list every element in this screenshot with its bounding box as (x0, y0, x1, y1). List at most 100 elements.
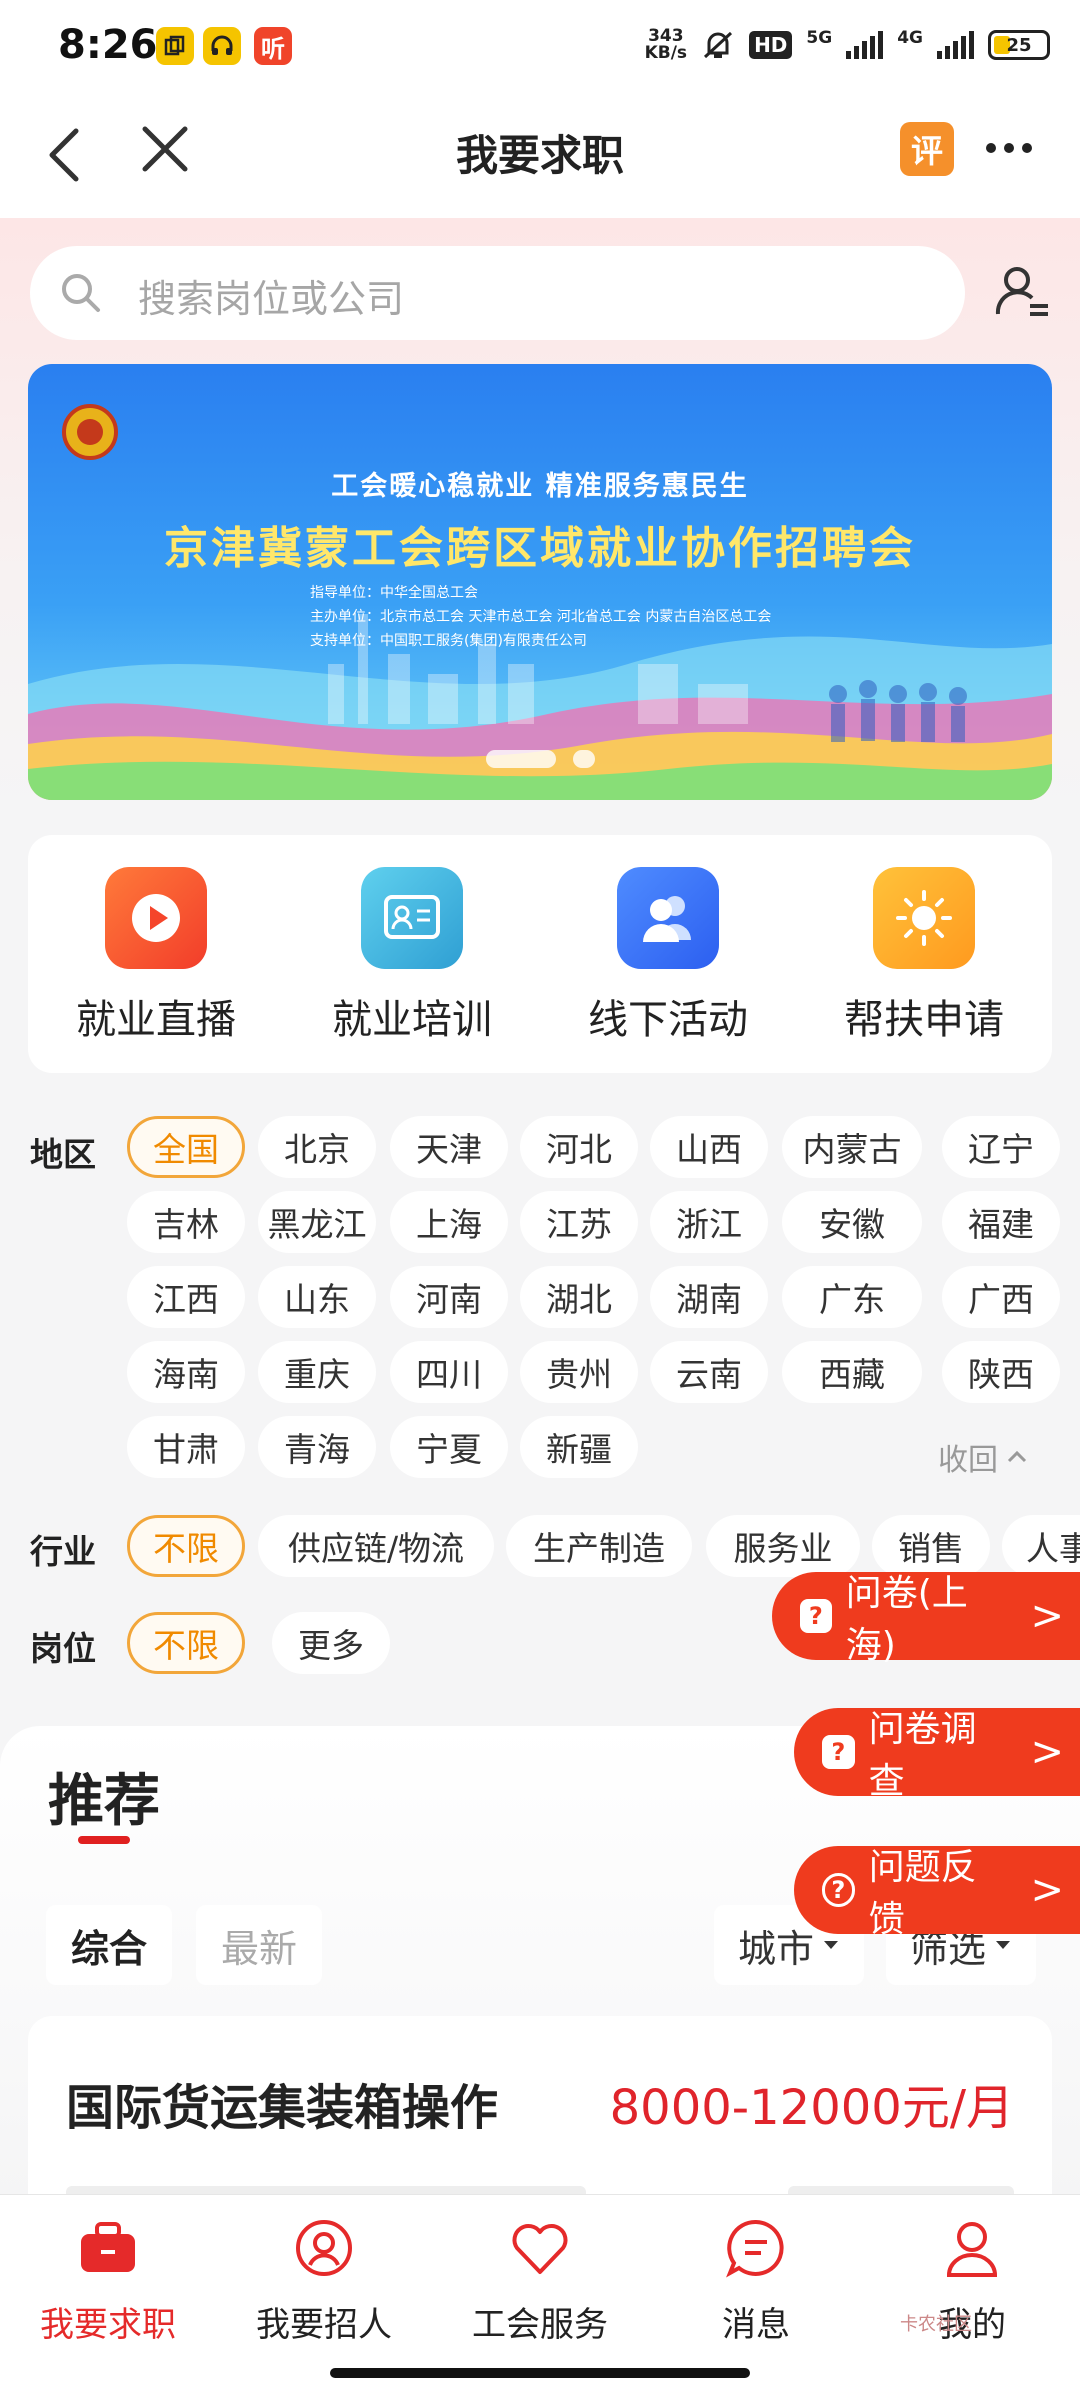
tab-label: 消息 (722, 2305, 790, 2345)
home-indicator[interactable] (330, 2368, 750, 2378)
copy-app-icon (156, 27, 194, 65)
collapse-button[interactable]: 收回 (938, 1435, 1028, 1479)
tab-latest[interactable]: 最新 (196, 1905, 322, 1985)
ting-app-icon: 听 (254, 27, 292, 65)
quick-actions: 就业直播 就业培训 线下活动 帮扶申请 (28, 835, 1052, 1073)
quick-item-label: 线下活动 (588, 997, 748, 1043)
region-chip[interactable]: 河北 (520, 1116, 638, 1178)
region-chip[interactable]: 上海 (390, 1191, 508, 1253)
region-chip[interactable]: 云南 (650, 1341, 768, 1403)
region-chip[interactable]: 北京 (258, 1116, 376, 1178)
status-indicators: 343 KB/s HD 5G 4G 25 (645, 28, 1050, 62)
region-chip[interactable]: 山西 (650, 1116, 768, 1178)
job-title: 国际货运集装箱操作 (66, 2080, 499, 2136)
feedback-button[interactable]: ? 问题反馈 > (794, 1846, 1080, 1940)
more-icon[interactable] (986, 138, 1036, 158)
region-chip[interactable]: 辽宁 (942, 1116, 1060, 1178)
quick-item-training[interactable]: 就业培训 (284, 867, 540, 1045)
chevron-right-icon: > (1030, 1729, 1064, 1775)
region-chip[interactable]: 甘肃 (127, 1416, 245, 1478)
industry-chip[interactable]: 服务业 (706, 1515, 860, 1577)
banner-host-units: 主办单位：北京市总工会 天津市总工会 河北省总工会 内蒙古自治区总工会 (310, 609, 772, 625)
position-chip[interactable]: 不限 (127, 1612, 245, 1674)
tab-union-service[interactable]: 工会服务 (432, 2213, 648, 2346)
chevron-right-icon: > (1030, 1593, 1064, 1639)
union-logo (62, 404, 118, 460)
tab-job-seek[interactable]: 我要求职 (0, 2213, 216, 2346)
tab-comprehensive[interactable]: 综合 (46, 1905, 172, 1985)
headphones-app-icon (203, 27, 241, 65)
recommend-title: 推荐 (48, 1769, 160, 1834)
region-chip[interactable]: 吉林 (127, 1191, 245, 1253)
search-icon (62, 274, 100, 312)
chevron-right-icon: > (1030, 1867, 1064, 1913)
region-chip[interactable]: 重庆 (258, 1341, 376, 1403)
nav-bar: 我要求职 评 (0, 100, 1080, 218)
industry-chip[interactable]: 供应链/物流 (258, 1515, 494, 1577)
region-chip[interactable]: 湖南 (650, 1266, 768, 1328)
region-chip[interactable]: 江西 (127, 1266, 245, 1328)
banner[interactable]: 工会暖心稳就业 精准服务惠民生 京津冀蒙工会跨区域就业协作招聘会 指导单位：中华… (28, 364, 1052, 800)
tab-messages[interactable]: 消息 (648, 2213, 864, 2346)
recruit-icon (289, 2213, 359, 2283)
banner-support-unit: 支持单位：中国职工服务(集团)有限责任公司 (310, 633, 587, 649)
region-chip[interactable]: 陕西 (942, 1341, 1060, 1403)
survey-shanghai-button[interactable]: ? 问卷(上海) > (772, 1572, 1080, 1666)
region-chip[interactable]: 河南 (390, 1266, 508, 1328)
region-chip[interactable]: 江苏 (520, 1191, 638, 1253)
region-chip[interactable]: 山东 (258, 1266, 376, 1328)
region-chip[interactable]: 广东 (782, 1266, 922, 1328)
region-chip[interactable]: 宁夏 (390, 1416, 508, 1478)
review-icon[interactable]: 评 (900, 122, 954, 176)
region-chip[interactable]: 贵州 (520, 1341, 638, 1403)
group-icon (617, 867, 719, 969)
quick-item-offline[interactable]: 线下活动 (540, 867, 796, 1045)
industry-chip[interactable]: 不限 (127, 1515, 245, 1577)
region-chip[interactable]: 西藏 (782, 1341, 922, 1403)
region-chip[interactable]: 黑龙江 (258, 1191, 376, 1253)
question-icon: ? (822, 1735, 855, 1769)
industry-filter-label: 行业 (30, 1532, 96, 1571)
region-chip[interactable]: 四川 (390, 1341, 508, 1403)
tab-label: 我的 (938, 2305, 1006, 2345)
search-placeholder: 搜索岗位或公司 (138, 277, 405, 321)
tab-label: 工会服务 (472, 2305, 608, 2345)
industry-chip[interactable]: 生产制造 (506, 1515, 692, 1577)
chevron-down-icon (824, 1941, 838, 1949)
banner-subtitle: 工会暖心稳就业 精准服务惠民生 (331, 471, 749, 502)
region-chip[interactable]: 湖北 (520, 1266, 638, 1328)
search-input[interactable]: 搜索岗位或公司 (30, 246, 965, 340)
briefcase-icon (73, 2213, 143, 2283)
region-chip[interactable]: 浙江 (650, 1191, 768, 1253)
watermark: 卡农社区 (900, 2314, 972, 2335)
region-chip[interactable]: 全国 (127, 1116, 245, 1178)
tab-recruit[interactable]: 我要招人 (216, 2213, 432, 2346)
tab-profile[interactable]: 我的 (864, 2213, 1080, 2346)
region-chip[interactable]: 安徽 (782, 1191, 922, 1253)
region-chip[interactable]: 内蒙古 (782, 1116, 922, 1178)
region-chip[interactable]: 天津 (390, 1116, 508, 1178)
region-chip[interactable]: 海南 (127, 1341, 245, 1403)
position-more-chip[interactable]: 更多 (272, 1612, 390, 1674)
quick-item-assist[interactable]: 帮扶申请 (796, 867, 1052, 1045)
quick-item-label: 就业直播 (76, 997, 236, 1043)
industry-chip[interactable]: 人事 (1002, 1515, 1080, 1577)
carousel-dot (573, 750, 595, 768)
chevron-up-icon (1007, 1450, 1027, 1463)
banner-guide-unit: 指导单位：中华全国总工会 (310, 585, 478, 601)
signal-5g-label: 5G (806, 28, 833, 48)
message-icon (721, 2213, 791, 2283)
region-chip[interactable]: 青海 (258, 1416, 376, 1478)
banner-background (28, 614, 1052, 800)
recommend-underline (78, 1836, 130, 1844)
user-switch-icon[interactable] (992, 262, 1052, 322)
signal-4g-icon (937, 31, 974, 59)
region-chip[interactable]: 福建 (942, 1191, 1060, 1253)
person-icon (937, 2213, 1007, 2283)
region-chip[interactable]: 新疆 (520, 1416, 638, 1478)
region-chip[interactable]: 广西 (942, 1266, 1060, 1328)
tab-label: 我要招人 (256, 2305, 392, 2345)
quick-item-live[interactable]: 就业直播 (28, 867, 284, 1045)
survey-button[interactable]: ? 问卷调查 > (794, 1708, 1080, 1802)
id-card-icon (361, 867, 463, 969)
